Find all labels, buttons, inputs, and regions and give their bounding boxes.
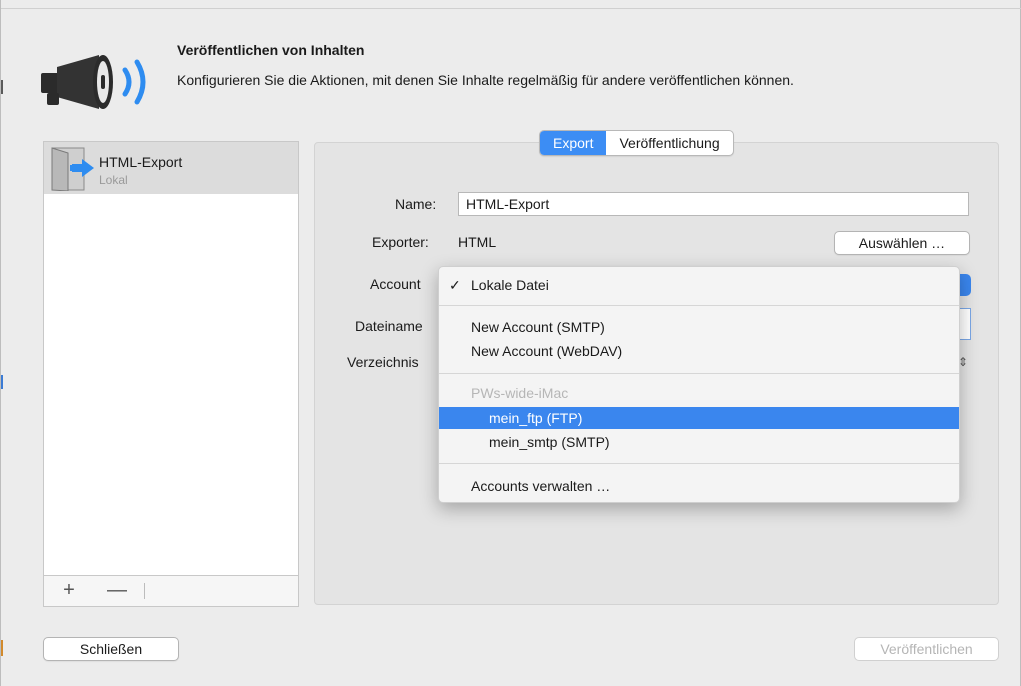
- list-item-name: HTML-Export: [99, 154, 183, 170]
- menu-item-label: Lokale Datei: [471, 277, 549, 293]
- menu-item-label: mein_smtp (SMTP): [489, 434, 610, 450]
- menu-section-label: PWs-wide-iMac: [471, 385, 569, 401]
- close-button[interactable]: Schließen: [43, 637, 179, 661]
- account-dropdown-menu: ✓ Lokale Datei New Account (SMTP) New Ac…: [438, 266, 960, 503]
- left-edge-mark: [1, 640, 3, 656]
- name-label: Name:: [395, 196, 437, 212]
- choose-exporter-button[interactable]: Auswählen …: [834, 231, 970, 255]
- publish-button[interactable]: Veröffentlichen: [854, 637, 999, 661]
- tab-bar: Export Veröffentlichung: [539, 130, 734, 156]
- account-label: Account: [370, 276, 421, 292]
- menu-item-new-smtp-account[interactable]: New Account (SMTP): [439, 316, 959, 338]
- page-description: Konfigurieren Sie die Aktionen, mit dene…: [177, 72, 794, 88]
- megaphone-icon: [41, 55, 146, 109]
- menu-item-label: Accounts verwalten …: [471, 478, 611, 494]
- checkmark-icon: ✓: [449, 277, 461, 293]
- remove-action-button[interactable]: —: [104, 580, 130, 602]
- exporter-label: Exporter:: [372, 234, 429, 250]
- menu-item-label: mein_ftp (FTP): [489, 410, 583, 426]
- name-field[interactable]: HTML-Export: [458, 192, 969, 216]
- window-top-border: [1, 8, 1021, 9]
- toolbar-divider: [144, 583, 145, 599]
- menu-separator: [439, 463, 959, 464]
- menu-item-local-file[interactable]: ✓ Lokale Datei: [439, 274, 959, 296]
- tab-publication[interactable]: Veröffentlichung: [606, 131, 732, 155]
- left-edge-mark: [1, 80, 3, 94]
- filename-label: Dateiname: [355, 318, 423, 334]
- menu-item-label: New Account (WebDAV): [471, 343, 623, 359]
- export-door-icon: [51, 147, 94, 191]
- preferences-window: Veröffentlichen von Inhalten Konfigurier…: [0, 0, 1021, 686]
- menu-item-mein-smtp[interactable]: mein_smtp (SMTP): [439, 431, 959, 453]
- menu-item-label: New Account (SMTP): [471, 319, 605, 335]
- menu-item-new-webdav-account[interactable]: New Account (WebDAV): [439, 340, 959, 362]
- menu-item-manage-accounts[interactable]: Accounts verwalten …: [439, 475, 959, 497]
- list-item-subtitle: Lokal: [99, 173, 128, 187]
- menu-separator: [439, 305, 959, 306]
- list-toolbar: + —: [44, 575, 298, 606]
- exporter-value: HTML: [458, 234, 497, 250]
- add-action-button[interactable]: +: [56, 580, 82, 602]
- list-item-html-export[interactable]: HTML-Export Lokal: [44, 142, 298, 194]
- directory-label: Verzeichnis: [347, 354, 419, 370]
- menu-separator: [439, 373, 959, 374]
- menu-item-mein-ftp[interactable]: mein_ftp (FTP): [439, 407, 959, 429]
- left-edge-mark: [1, 375, 3, 389]
- tab-export[interactable]: Export: [540, 131, 607, 155]
- menu-section-header: PWs-wide-iMac: [439, 382, 959, 404]
- page-title: Veröffentlichen von Inhalten: [177, 42, 365, 58]
- publishing-actions-list: HTML-Export Lokal + —: [43, 141, 299, 607]
